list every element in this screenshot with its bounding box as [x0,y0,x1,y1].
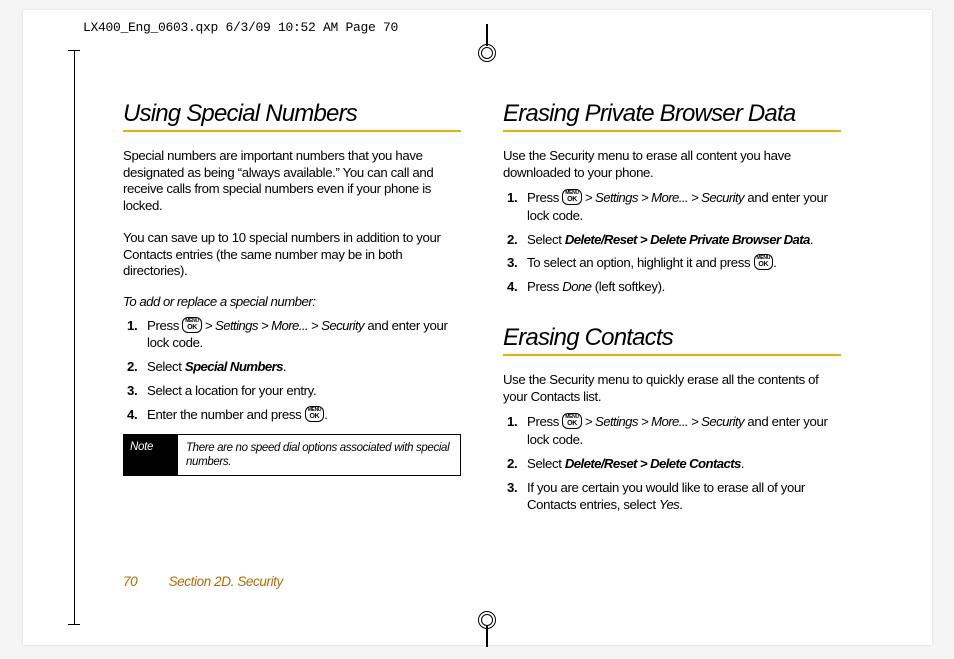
step-item: 4. Enter the number and press MENUOK. [147,406,461,424]
step-item: 3. If you are certain you would like to … [527,479,841,515]
section-label: Section 2D. Security [169,574,283,589]
menu-path: > Settings > More... > Security [202,318,364,333]
ok-key-icon: MENUOK [562,413,582,429]
step-item: 1. Press MENUOK > Settings > More... > S… [527,189,841,225]
step-item: 4. Press Done (left softkey). [527,278,841,296]
crop-mark-top [478,30,496,60]
step-text: Press [527,414,562,429]
step-item: 1. Press MENUOK > Settings > More... > S… [527,413,841,449]
step-text: (left softkey). [591,279,665,294]
crop-mark-bottom [478,613,496,643]
print-slug: LX400_Eng_0603.qxp 6/3/09 10:52 AM Page … [83,20,398,35]
step-text: . [283,359,286,374]
crop-rule-left [74,50,75,625]
para: Use the Security menu to quickly erase a… [503,372,841,405]
steps-list: 1. Press MENUOK > Settings > More... > S… [123,317,461,424]
step-text: Select [527,232,565,247]
menu-path: Delete/Reset > Delete Contacts [565,456,741,471]
page-sheet: LX400_Eng_0603.qxp 6/3/09 10:52 AM Page … [23,10,932,645]
step-text: To select an option, highlight it and pr… [527,255,754,270]
para: Special numbers are important numbers th… [123,148,461,214]
step-text: Select [147,359,185,374]
heading-using-special-numbers: Using Special Numbers [123,100,461,132]
right-column: Erasing Private Browser Data Use the Sec… [503,100,841,520]
menu-path: > Settings > More... > Security [582,414,744,429]
step-text: Enter the number and press [147,407,305,422]
left-column: Using Special Numbers Special numbers ar… [123,100,461,520]
para: You can save up to 10 special numbers in… [123,230,461,280]
page-number: 70 [123,574,137,589]
note-text: There are no speed dial options associat… [178,435,460,476]
step-text: . [810,232,813,247]
ok-key-icon: MENUOK [754,254,774,270]
step-text: Press [527,279,562,294]
menu-path: Yes [659,497,679,512]
step-text: Press [527,190,562,205]
step-text: Press [147,318,182,333]
heading-erasing-private-browser-data: Erasing Private Browser Data [503,100,841,132]
steps-list: 1. Press MENUOK > Settings > More... > S… [503,413,841,514]
menu-path: Delete/Reset > Delete Private Browser Da… [565,232,810,247]
step-item: 2. Select Delete/Reset > Delete Private … [527,231,841,249]
note-box: Note There are no speed dial options ass… [123,434,461,477]
crop-tick-bot [68,624,80,625]
step-text: . [679,497,682,512]
step-text: . [324,407,327,422]
ok-key-icon: MENUOK [305,406,325,422]
steps-list: 1. Press MENUOK > Settings > More... > S… [503,189,841,296]
step-item: 3. To select an option, highlight it and… [527,254,841,272]
step-item: 1. Press MENUOK > Settings > More... > S… [147,317,461,353]
procedure-lead: To add or replace a special number: [123,294,461,309]
menu-path: Done [562,279,591,294]
step-item: 2. Select Delete/Reset > Delete Contacts… [527,455,841,473]
step-text: . [773,255,776,270]
step-text: Select [527,456,565,471]
para: Use the Security menu to erase all conte… [503,148,841,181]
step-text: . [741,456,744,471]
ok-key-icon: MENUOK [182,317,202,333]
step-item: 3. Select a location for your entry. [147,382,461,400]
menu-path: Special Numbers [185,359,283,374]
step-item: 2. Select Special Numbers. [147,358,461,376]
page-footer: 70 Section 2D. Security [123,574,283,589]
menu-path: > Settings > More... > Security [582,190,744,205]
heading-erasing-contacts: Erasing Contacts [503,324,841,356]
step-text: Select a location for your entry. [147,383,316,398]
ok-key-icon: MENUOK [562,189,582,205]
crop-tick-top [68,50,80,51]
note-label: Note [124,435,178,476]
